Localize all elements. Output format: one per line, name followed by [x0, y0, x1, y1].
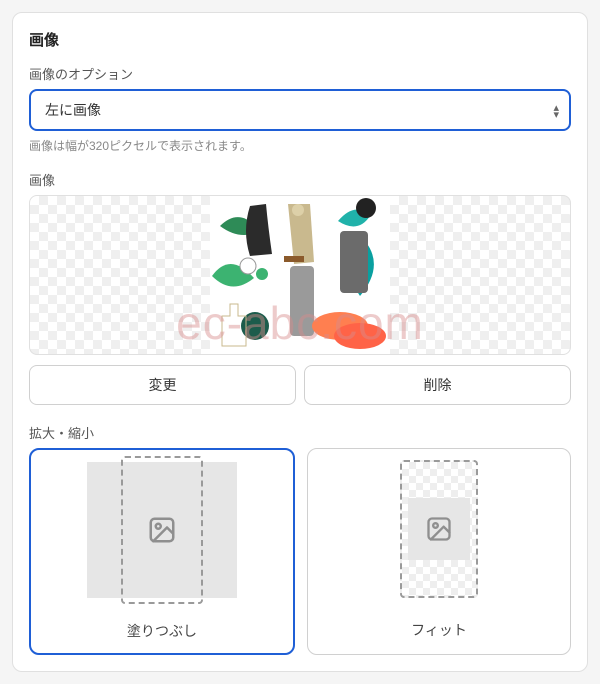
- scale-label: 拡大・縮小: [29, 423, 571, 442]
- scale-option-fill[interactable]: 塗りつぶし: [29, 448, 295, 655]
- image-icon: [425, 515, 453, 543]
- scale-fill-label: 塗りつぶし: [31, 610, 293, 653]
- scale-option-fit[interactable]: フィット: [307, 448, 571, 655]
- scale-options: 塗りつぶし フィット: [29, 448, 571, 655]
- fill-bg: [87, 462, 237, 598]
- scale-fit-thumb: [308, 449, 570, 609]
- delete-button[interactable]: 削除: [304, 365, 571, 405]
- preview-label: 画像: [29, 170, 571, 189]
- image-settings-panel: 画像 画像のオプション 左に画像 ▴▾ 画像は幅が320ピクセルで表示されます。…: [12, 12, 588, 672]
- image-preview[interactable]: ec-abc.com: [29, 195, 571, 355]
- preview-thumbnail: [210, 196, 390, 355]
- fit-inner: [408, 498, 470, 560]
- image-button-row: 変更 削除: [29, 365, 571, 405]
- scale-fit-label: フィット: [308, 609, 570, 652]
- options-helper-text: 画像は幅が320ピクセルで表示されます。: [29, 137, 571, 154]
- image-option-select-wrap: 左に画像 ▴▾: [29, 89, 571, 131]
- fill-overlay: [121, 456, 203, 604]
- change-button[interactable]: 変更: [29, 365, 296, 405]
- fit-outer: [400, 460, 478, 598]
- image-option-select[interactable]: 左に画像: [29, 89, 571, 131]
- section-title: 画像: [29, 29, 571, 50]
- scale-fill-thumb: [31, 450, 293, 610]
- options-field-label: 画像のオプション: [29, 64, 571, 83]
- image-icon: [147, 515, 177, 545]
